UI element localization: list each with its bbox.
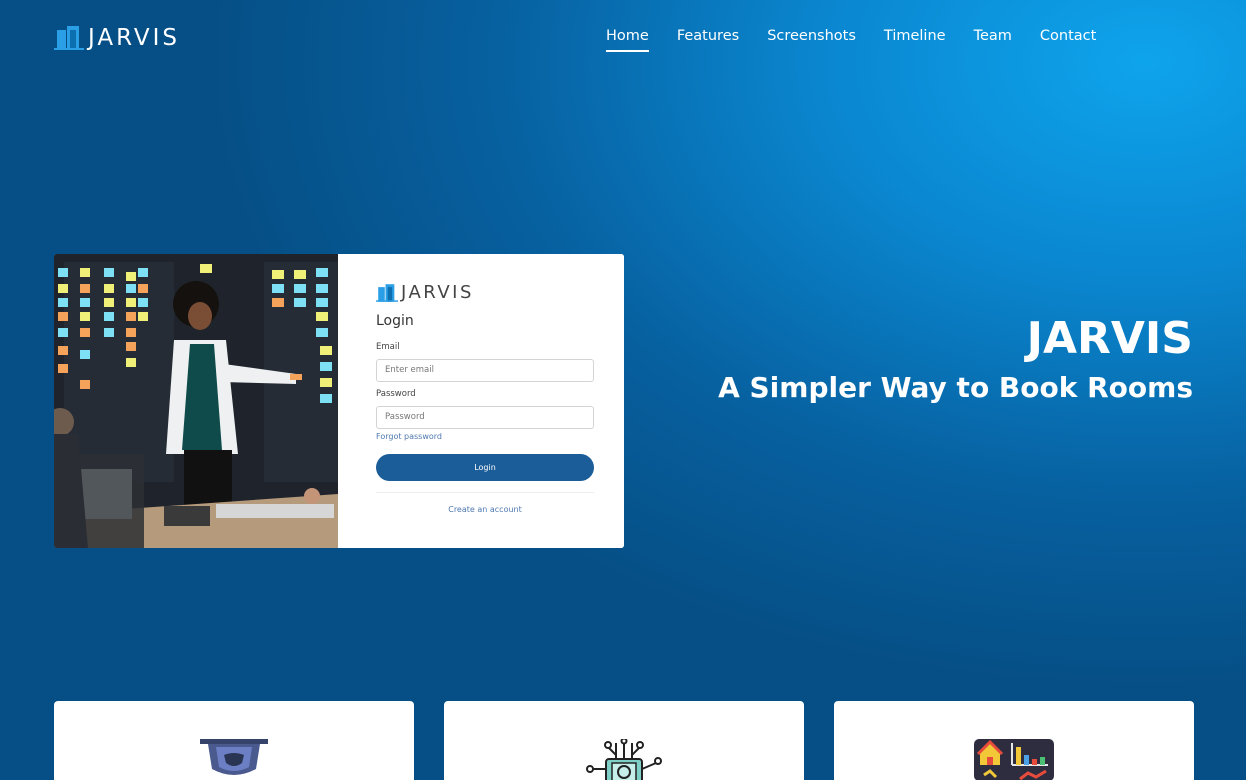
meeting-photo <box>54 254 338 548</box>
nav-timeline[interactable]: Timeline <box>884 28 946 52</box>
password-label: Password <box>376 389 416 399</box>
login-button[interactable]: Login <box>376 454 594 481</box>
navbar: JARVIS Home Features Screenshots Timelin… <box>0 0 1246 78</box>
hero-app-screenshot: JARVIS Login Email Enter email Password … <box>54 254 624 548</box>
email-label: Email <box>376 342 400 352</box>
brand-logo-link[interactable]: JARVIS <box>54 26 180 50</box>
nav-team[interactable]: Team <box>974 28 1012 52</box>
hero-subtitle: A Simpler Way to Book Rooms <box>718 371 1193 404</box>
forgot-password-link[interactable]: Forgot password <box>376 432 442 441</box>
create-account-link[interactable]: Create an account <box>376 505 594 514</box>
hero-title: JARVIS <box>1026 313 1193 364</box>
main-nav: Home Features Screenshots Timeline Team … <box>606 28 1124 52</box>
brand-name: JARVIS <box>88 25 180 51</box>
nav-contact[interactable]: Contact <box>1040 28 1096 52</box>
door-icon <box>54 26 84 50</box>
email-field[interactable]: Enter email <box>376 359 594 382</box>
login-heading: Login <box>376 313 414 329</box>
password-field[interactable]: Password <box>376 406 594 429</box>
door-icon <box>376 284 398 302</box>
hero-text: JARVIS A Simpler Way to Book Rooms <box>718 310 1193 408</box>
circuit-brain-icon <box>586 739 662 780</box>
shield-icon <box>200 739 268 775</box>
login-brand-name: JARVIS <box>401 282 474 303</box>
feature-card <box>444 701 804 780</box>
feature-card <box>54 701 414 780</box>
divider <box>376 492 594 493</box>
dashboard-chart-icon <box>974 739 1054 780</box>
nav-features[interactable]: Features <box>677 28 739 52</box>
nav-screenshots[interactable]: Screenshots <box>767 28 856 52</box>
feature-card <box>834 701 1194 780</box>
login-brand: JARVIS <box>376 284 474 302</box>
login-card-preview: JARVIS Login Email Enter email Password … <box>338 254 624 548</box>
nav-home[interactable]: Home <box>606 28 649 52</box>
